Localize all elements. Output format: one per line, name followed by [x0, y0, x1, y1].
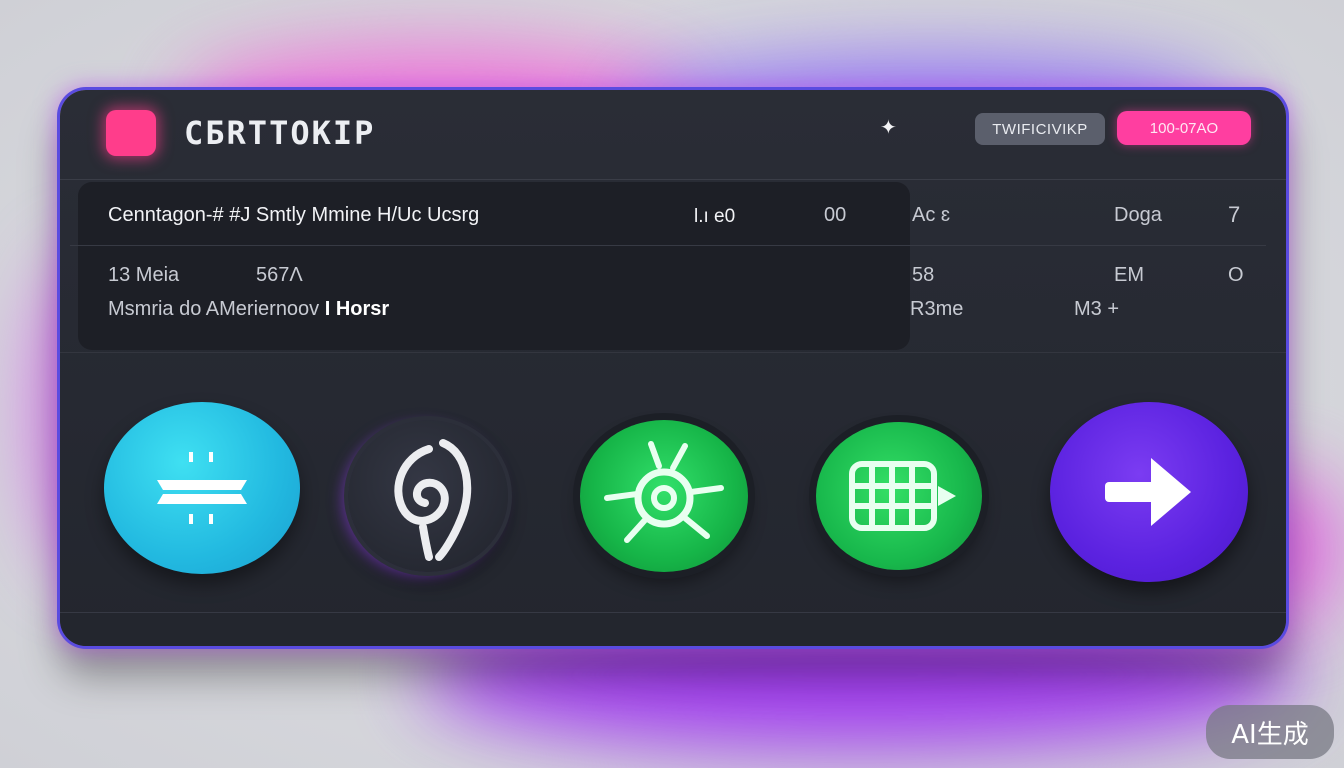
- app-title: CБRTTOKIP: [184, 114, 376, 152]
- row-value: 7: [1228, 202, 1241, 227]
- row-text: Cenntagon-# #J Smtly Mmine H/Uc Ucsrg: [108, 204, 480, 226]
- row-text-part: Msmria do AMeriernoov: [108, 298, 320, 320]
- divider: [70, 245, 1266, 246]
- bug-button[interactable]: [580, 420, 748, 572]
- app-window: CБRTTOKIP ✦ TWIFICIVIKP 100-07AO Cenntag…: [60, 90, 1286, 646]
- row-label: Ac ɛ: [912, 204, 951, 226]
- sparkle-icon[interactable]: ✦: [880, 115, 897, 140]
- secondary-pill-button[interactable]: TWIFICIVIKP: [975, 113, 1105, 145]
- menu-icon: [157, 452, 247, 524]
- row-value: 58: [912, 264, 935, 286]
- row-value: 567Λ: [256, 264, 303, 286]
- row-value: l.ı e0: [694, 206, 736, 227]
- divider: [60, 179, 1286, 180]
- grid-icon: [849, 461, 956, 531]
- spiral-button[interactable]: [348, 420, 508, 572]
- row-text: Msmria do AMeriernoov I Horsr: [108, 298, 389, 321]
- status-bar: [60, 612, 1286, 646]
- divider: [60, 352, 1286, 353]
- row-text-bold: I Horsr: [324, 298, 390, 320]
- bug-icon: [604, 441, 724, 543]
- next-button[interactable]: [1050, 402, 1248, 582]
- row-text: 13 Meia: [108, 264, 180, 286]
- ai-generated-badge: AI生成: [1206, 705, 1334, 759]
- arrow-right-icon: [1105, 458, 1191, 526]
- row-label: Doga: [1114, 204, 1162, 226]
- row-value: O: [1228, 264, 1244, 286]
- grid-button[interactable]: [816, 422, 982, 570]
- row-label: M3 +: [1074, 298, 1120, 320]
- row-label: R3me: [910, 298, 964, 320]
- row-value: 00: [824, 204, 847, 226]
- app-logo-icon: [106, 110, 156, 156]
- header-bar: CБRTTOKIP ✦ TWIFICIVIKP 100-07AO: [60, 90, 1286, 178]
- row-value: EM: [1114, 264, 1144, 286]
- spiral-icon: [394, 439, 472, 561]
- action-buttons: [60, 390, 1286, 610]
- primary-pill-button[interactable]: 100-07AO: [1117, 111, 1251, 145]
- menu-button[interactable]: [104, 402, 300, 574]
